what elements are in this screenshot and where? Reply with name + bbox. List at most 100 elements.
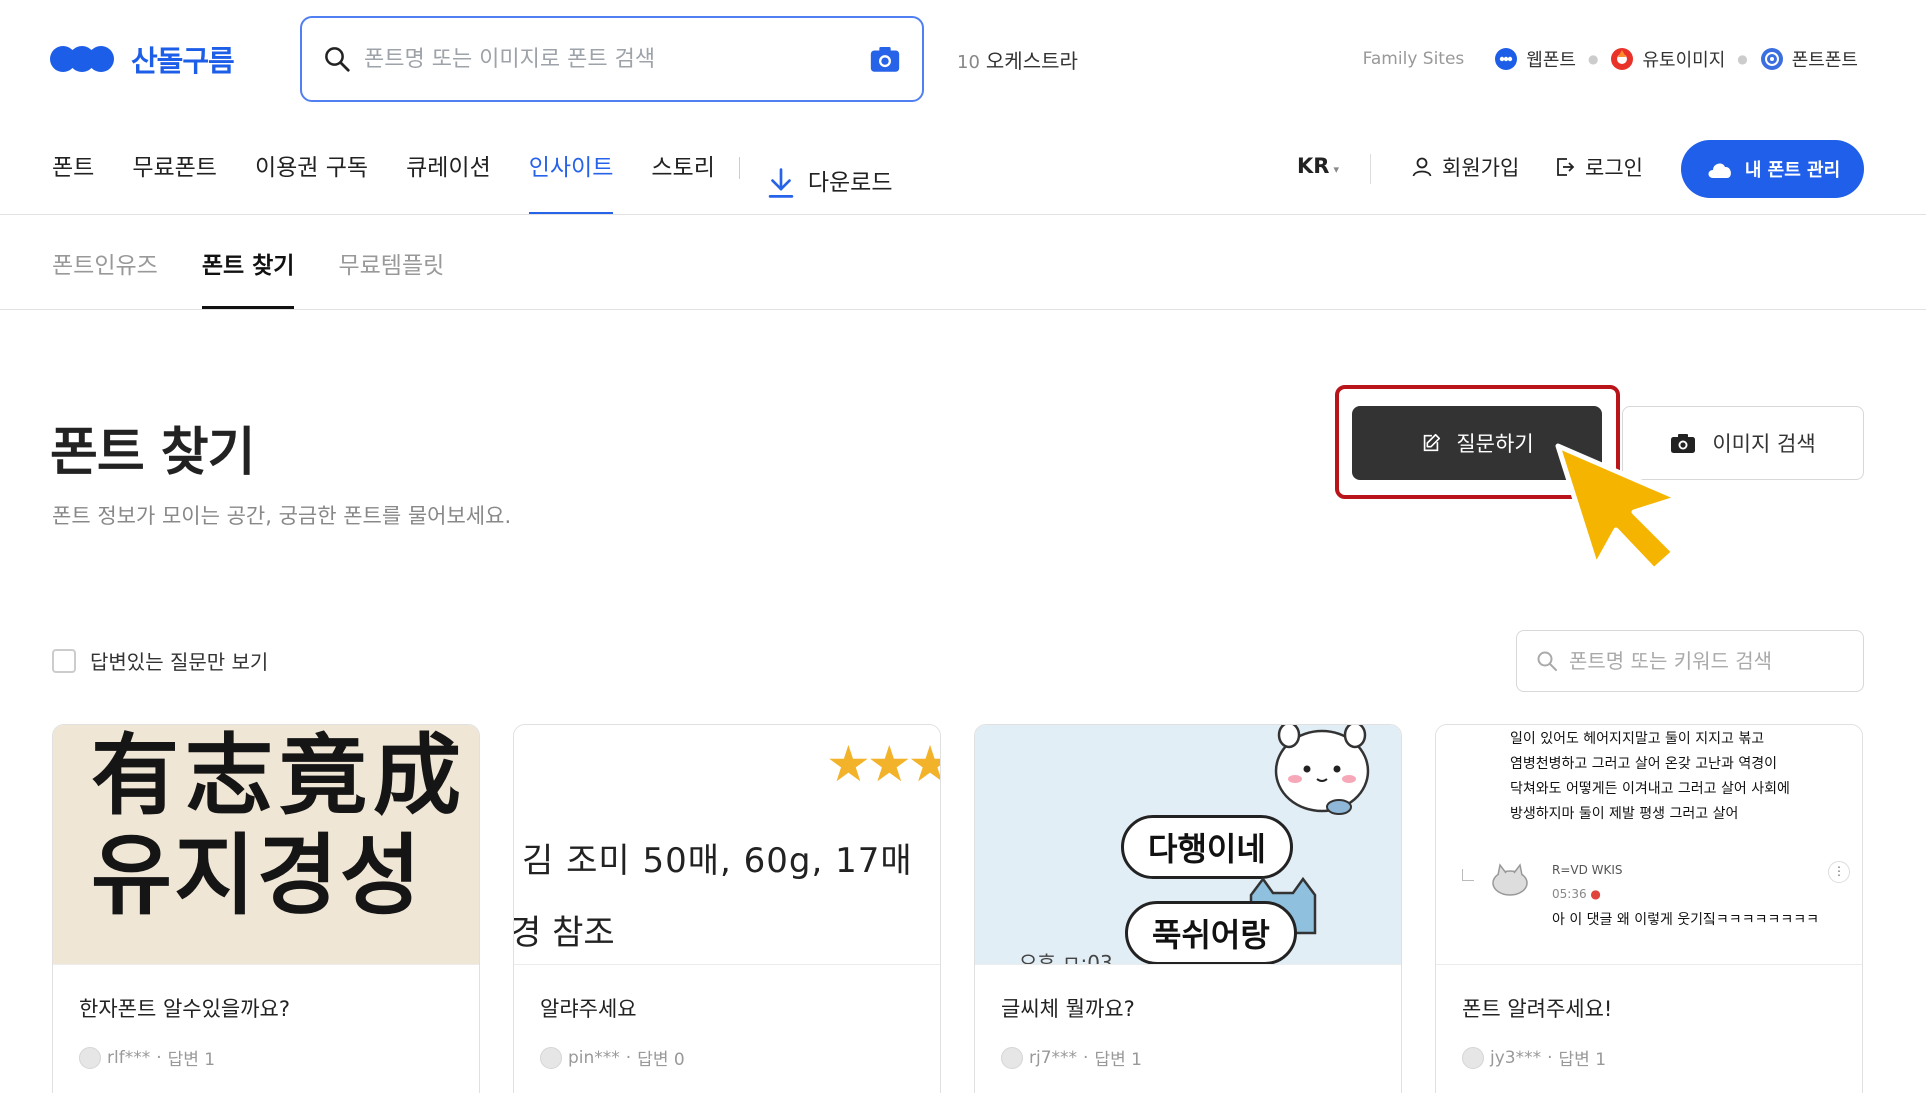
- separator-dot: ●: [1587, 52, 1599, 66]
- card-answer-count: 답변 1: [1558, 1050, 1607, 1070]
- card-author: rj7***: [1029, 1047, 1078, 1068]
- utoimage-icon: [1611, 48, 1634, 70]
- nav-curation[interactable]: 큐레이션: [406, 150, 491, 216]
- camera-icon[interactable]: [868, 42, 902, 76]
- cloud-icon: [1708, 163, 1731, 178]
- cat-avatar-icon: [1492, 863, 1528, 896]
- comment-time-text: 05:36: [1552, 887, 1587, 901]
- nav-free-fonts[interactable]: 무료폰트: [132, 150, 217, 216]
- page-description: 폰트 정보가 모이는 공간, 궁금한 폰트를 물어보세요.: [52, 504, 512, 528]
- card-author: jy3***: [1490, 1047, 1542, 1068]
- family-site-webfont[interactable]: 웹폰트: [1494, 46, 1576, 72]
- meta-dot: ·: [156, 1047, 162, 1068]
- card-title: 알랴주세요: [540, 997, 637, 1021]
- nav-insight[interactable]: 인사이트: [528, 150, 613, 216]
- card-thumbnail: ★★★ 김 조미 50매, 60g, 17매 경 참조: [514, 725, 940, 965]
- nav-fonts[interactable]: 폰트: [52, 150, 94, 216]
- nav-download[interactable]: 다운로드: [766, 150, 893, 216]
- subnav-free-template[interactable]: 무료템플릿: [338, 246, 444, 310]
- search-icon: [1537, 651, 1557, 671]
- main-search-bar[interactable]: [300, 16, 924, 102]
- heart-icon: ●: [1590, 887, 1601, 901]
- card-thumbnail: 일이 있어도 헤어지지말고 둘이 지지고 볶고 염병천병하고 그러고 살어 온갖…: [1436, 725, 1862, 965]
- question-card[interactable]: 有志竟成 유지경성 한자폰트 알수있을까요? rlf*** · 답변 1: [52, 724, 480, 1093]
- card-thumbnail: 有志竟成 유지경성: [53, 725, 479, 965]
- chevron-down-icon: ▾: [1333, 163, 1339, 176]
- thumb-text: 일이 있어도 헤어지지말고 둘이 지지고 볶고 염병천병하고 그러고 살어 온갖…: [1510, 727, 1850, 827]
- thumb-text-line: 방생하지마 둘이 제발 평생 그러고 살어: [1510, 806, 1739, 822]
- card-answer-count: 답변 1: [167, 1050, 216, 1070]
- family-site-fontfont[interactable]: 폰트폰트: [1760, 46, 1858, 72]
- logo-text: 산돌구름: [131, 44, 235, 78]
- fontfont-icon: [1760, 48, 1783, 70]
- nav-subscription[interactable]: 이용권 구독: [255, 150, 368, 216]
- trending-keyword[interactable]: 10 오케스트라: [957, 45, 1078, 74]
- question-card[interactable]: 일이 있어도 헤어지지말고 둘이 지지고 볶고 염병천병하고 그러고 살어 온갖…: [1435, 724, 1863, 1093]
- thumb-text-line: 염병천병하고 그러고 살어 온갖 고난과 역경이: [1510, 756, 1777, 772]
- answered-filter[interactable]: 답변있는 질문만 보기: [52, 646, 268, 675]
- question-card[interactable]: ★★★ 김 조미 50매, 60g, 17매 경 참조 알랴주세요 pin***…: [513, 724, 941, 1093]
- search-icon: [325, 47, 350, 72]
- thumb-text-line: 일이 있어도 헤어지지말고 둘이 지지고 볶고: [1510, 731, 1765, 747]
- language-label: KR: [1297, 154, 1330, 178]
- meta-dot: ·: [1083, 1047, 1089, 1068]
- keyword-search-box[interactable]: [1516, 630, 1864, 692]
- logo-cloud-icon: [50, 46, 114, 72]
- thumb-text: 유지경성: [91, 823, 423, 927]
- subnav-font-in-use[interactable]: 폰트인유즈: [52, 246, 158, 310]
- question-card[interactable]: 다행이네 푹쉬어랑 오후 ㅁ:03 글씨체 뭘까요? rj7*** · 답변 1: [974, 724, 1402, 1093]
- signup-label: 회원가입: [1442, 156, 1520, 180]
- webfont-icon: [1495, 48, 1518, 70]
- main-search-input[interactable]: [364, 46, 868, 72]
- family-site-label: 웹폰트: [1526, 50, 1576, 71]
- my-fonts-label: 내 폰트 관리: [1744, 160, 1841, 181]
- thumb-text: 경 참조: [514, 913, 615, 953]
- family-sites: Family Sites 웹폰트 ● 유토이미지 ● 폰트폰트: [1363, 46, 1858, 72]
- login-label: 로그인: [1585, 156, 1643, 180]
- card-title: 폰트 알려주세요!: [1462, 997, 1613, 1021]
- comment-time: 05:36 ●: [1552, 887, 1601, 901]
- download-icon: [768, 168, 794, 198]
- subnav-font-find[interactable]: 폰트 찾기: [201, 246, 294, 310]
- card-thumbnail: 다행이네 푹쉬어랑 오후 ㅁ:03: [975, 725, 1401, 965]
- comment-text: 아 이 댓글 왜 이렇게 웃기짘ㅋㅋㅋㅋㅋㅋㅋㅋ: [1552, 912, 1819, 928]
- signup-link[interactable]: 회원가입: [1410, 152, 1519, 182]
- avatar: [1462, 1046, 1484, 1069]
- card-author: rlf***: [107, 1047, 151, 1068]
- separator-dot: ●: [1737, 52, 1748, 66]
- family-site-label: 폰트폰트: [1791, 50, 1858, 71]
- login-icon: [1557, 158, 1575, 176]
- user-icon: [1412, 157, 1432, 177]
- meta-dot: ·: [625, 1047, 632, 1068]
- sub-nav: 폰트인유즈 폰트 찾기 무료템플릿: [52, 246, 488, 310]
- card-meta: pin*** · 답변 0: [540, 1045, 685, 1070]
- card-author: pin***: [568, 1047, 620, 1068]
- avatar: [1001, 1046, 1023, 1069]
- card-title: 글씨체 뭘까요?: [1001, 997, 1135, 1021]
- thumb-text: 푹쉬어랑: [1125, 901, 1297, 964]
- nav-download-label: 다운로드: [807, 170, 893, 196]
- thumb-text: 有志竟成: [91, 725, 468, 827]
- thumb-text: 김 조미 50매, 60g, 17매: [522, 841, 913, 881]
- brand-logo[interactable]: 산돌구름: [50, 38, 235, 80]
- my-fonts-button[interactable]: 내 폰트 관리: [1681, 140, 1864, 198]
- answered-checkbox[interactable]: [52, 648, 76, 673]
- page-title: 폰트 찾기: [50, 423, 255, 483]
- reply-hook-icon: [1462, 869, 1474, 881]
- character-icon: [1274, 725, 1370, 815]
- login-link[interactable]: 로그인: [1553, 152, 1643, 182]
- avatar: [540, 1046, 562, 1069]
- nav-divider: [738, 157, 740, 179]
- avatar: [79, 1046, 101, 1069]
- card-answer-count: 답변 0: [637, 1050, 685, 1070]
- star-icon: ★★★: [826, 735, 940, 793]
- keyword-search-input[interactable]: [1569, 649, 1845, 673]
- meta-dot: ·: [1547, 1047, 1553, 1068]
- lang-divider: [1370, 154, 1371, 184]
- thumb-text-line: 닥쳐와도 어떻게든 이겨내고 그러고 살어 사회에: [1510, 781, 1790, 797]
- image-search-label: 이미지 검색: [1712, 432, 1816, 456]
- thumb-text: 다행이네: [1121, 815, 1293, 879]
- family-site-utoimage[interactable]: 유토이미지: [1610, 46, 1725, 72]
- nav-story[interactable]: 스토리: [651, 150, 714, 216]
- language-selector[interactable]: KR ▾: [1297, 154, 1339, 178]
